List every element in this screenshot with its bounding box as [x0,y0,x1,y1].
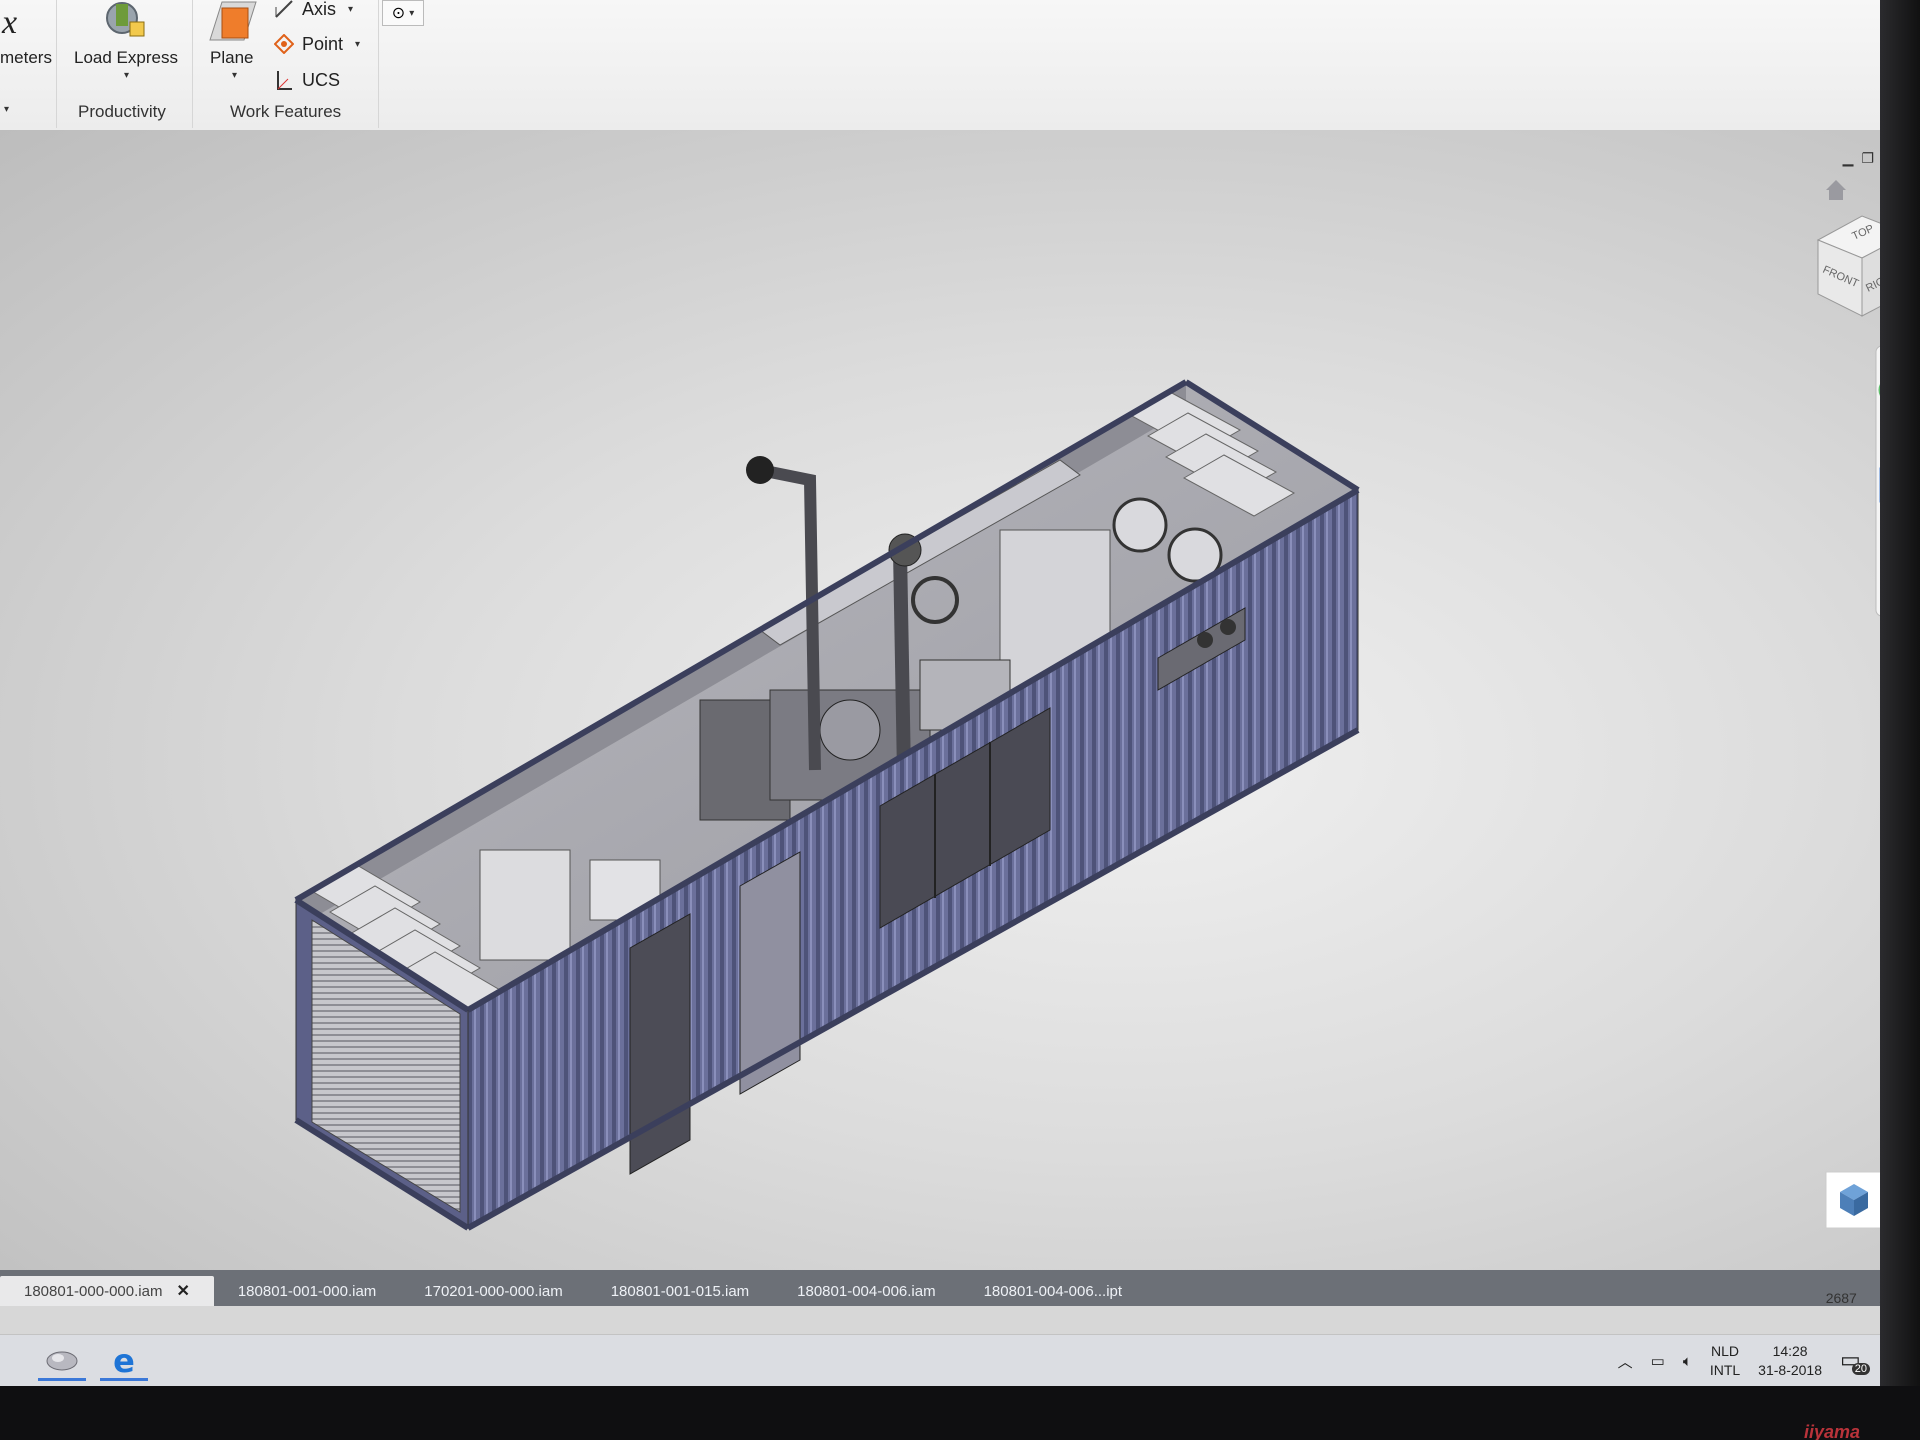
freeform-group: ⊙ ▾ [378,0,430,128]
doc-tab-label: 180801-001-015.iam [610,1282,750,1300]
doc-tab-label: 170201-000-000.iam [424,1282,563,1300]
keyboard-layout: INTL [1709,1362,1741,1378]
status-bar [0,1306,1880,1334]
screen: x meters ▾ Load Express ▾ Productivity P… [0,0,1920,1440]
doc-tab-6[interactable]: 180801-004-006...ipt [960,1276,1146,1306]
point-button[interactable]: Point ▾ [274,31,360,57]
doc-tab-2[interactable]: 180801-001-000.iam [214,1276,400,1306]
doc-tab-label: 180801-004-006...ipt [983,1282,1123,1300]
circle-chevron-icon: ⊙ [391,5,406,22]
taskbar-inventor-app[interactable] [34,1341,90,1381]
model-canvas: TOP FRONT RIGHT [294,180,1880,1231]
work-features-group: Plane ▾ Axis ▾ Point ▾ UCS Work Features [192,0,379,128]
edge-icon: e [113,1342,135,1380]
axis-icon [275,0,293,18]
chevron-down-icon[interactable]: ▾ [348,4,353,15]
plane-button[interactable]: Plane [210,48,253,68]
viewcube[interactable]: TOP FRONT RIGHT [1816,215,1880,317]
productivity-group-title: Productivity [78,102,166,121]
start-button[interactable]: ▮ [0,1341,10,1381]
doc-tab-3[interactable]: 170201-000-000.iam [400,1276,586,1306]
ucs-button[interactable]: UCS [274,67,340,93]
active-indicator [100,1378,148,1381]
doc-tab-label: 180801-000-000.iam [24,1282,163,1300]
clock[interactable]: 14:28 31-8-2018 [1758,1342,1822,1380]
language-code: NLD [1710,1343,1739,1359]
fx-icon[interactable]: x [2,4,17,42]
point-label: Point [302,33,344,54]
clock-date: 31-8-2018 [1758,1362,1822,1378]
doc-tab-5[interactable]: 180801-004-006.iam [773,1276,959,1306]
parameters-button[interactable]: meters [0,48,52,68]
document-tabs: 180801-000-000.iam ✕ 180801-001-000.iam … [0,1270,1880,1306]
doc-tab-4[interactable]: 180801-001-015.iam [587,1276,773,1306]
parameters-group: x meters ▾ [0,0,57,128]
close-icon[interactable]: ✕ [176,1281,189,1301]
load-express-icon[interactable] [100,2,148,47]
work-features-group-title: Work Features [230,102,342,121]
axis-label: Axis [302,0,337,19]
plane-icon[interactable] [208,0,258,49]
home-icon[interactable] [1826,180,1846,200]
network-icon[interactable]: ▭ [1651,1352,1665,1370]
container-model[interactable] [294,379,1360,1231]
doc-tab-label: 180801-004-006.iam [797,1282,936,1300]
chevron-down-icon[interactable]: ▾ [232,70,237,81]
ucs-icon [277,71,292,90]
ucs-label: UCS [302,69,341,90]
load-express-button[interactable]: Load Express [74,48,178,68]
windows-icon: ▮ [0,1349,1,1374]
notifications-button[interactable]: ▭ 20 [1840,1347,1870,1375]
monitor-brand-logo: iiyama [1803,1422,1860,1440]
doc-tab-1[interactable]: 180801-000-000.iam ✕ [0,1276,214,1306]
axis-button[interactable]: Axis ▾ [274,0,353,22]
taskbar: ▮ e ︿ ▭ 🔈︎ NLD INTL 14:28 31-8-2018 [0,1334,1880,1387]
clock-time: 14:28 [1772,1343,1808,1359]
chevron-down-icon[interactable]: ▾ [4,104,9,115]
inventor-app-icon [46,1351,78,1371]
dropdown-button[interactable]: ⊙ ▾ [382,0,424,26]
status-count-a: 2687 [1825,1290,1857,1306]
active-indicator [38,1378,86,1381]
orbit-cube-icon[interactable] [1825,1171,1880,1229]
monitor-bezel-bottom [0,1386,1920,1440]
graphics-viewport[interactable]: ▁ ❐ TOP FRONT RIGHT [0,130,1880,1270]
ribbon: x meters ▾ Load Express ▾ Productivity P… [0,0,1920,131]
chevron-down-icon[interactable]: ▾ [124,70,129,81]
monitor-bezel-right [1880,0,1920,1386]
point-icon [274,34,294,54]
notification-count: 20 [1851,1363,1870,1375]
volume-icon[interactable]: 🔈︎ [1683,1353,1692,1370]
system-tray: ︿ ▭ 🔈︎ NLD INTL 14:28 31-8-2018 ▭ 20 [1618,1335,1870,1387]
chevron-up-icon[interactable]: ︿ [1618,1351,1633,1372]
doc-tab-label: 180801-001-000.iam [237,1282,377,1300]
language-indicator[interactable]: NLD INTL [1710,1342,1740,1380]
taskbar-edge-app[interactable]: e [96,1341,152,1381]
chevron-down-icon: ▾ [409,7,415,19]
chevron-down-icon[interactable]: ▾ [355,39,360,50]
productivity-group: Load Express ▾ Productivity [56,0,193,128]
